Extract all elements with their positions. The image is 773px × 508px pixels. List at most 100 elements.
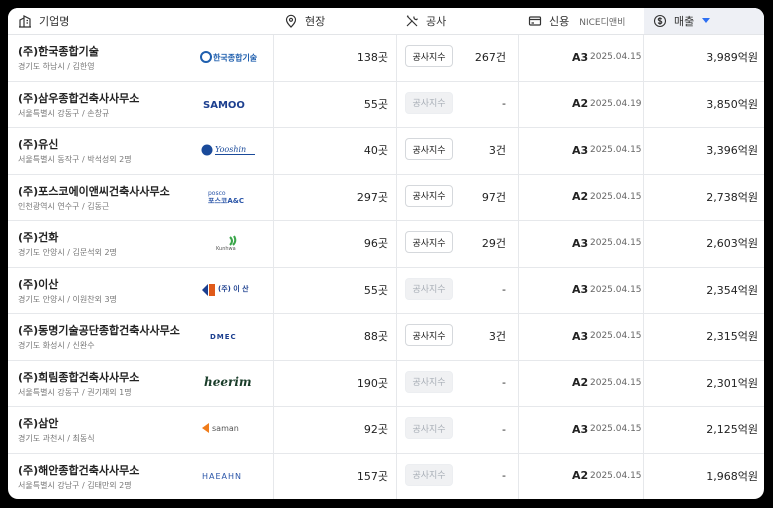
construction-index-button[interactable]: 공사지수	[405, 463, 453, 486]
table-row[interactable]: (주)이산 경기도 안양시 / 이원찬외 3명 (주) 이 산 55곳 공사지수 - A3 2…	[8, 267, 764, 314]
table-row[interactable]: (주)한국종합기술 경기도 하남시 / 김한영 한국종합기술 138곳 공사지수 267건…	[8, 34, 764, 82]
company-name[interactable]: (주)이산	[18, 276, 58, 292]
svg-text:한국종합기술: 한국종합기술	[213, 53, 258, 63]
svg-text:heerim: heerim	[204, 375, 252, 389]
credit-card-icon	[528, 14, 542, 28]
company-name[interactable]: (주)건화	[18, 229, 58, 245]
company-name[interactable]: (주)동명기술공단종합건축사사무소	[18, 322, 180, 338]
tools-icon	[405, 14, 419, 28]
svg-text:Yooshin: Yooshin	[215, 145, 246, 154]
company-name[interactable]: (주)희림종합건축사사무소	[18, 369, 139, 385]
construction-count: 3건	[488, 144, 506, 157]
company-address: 경기도 하남시 / 김한영	[18, 62, 95, 71]
header-credit[interactable]: 신용 NICE디앤비	[528, 8, 640, 34]
company-name[interactable]: (주)포스코에이앤씨건축사사무소	[18, 183, 170, 199]
company-address: 경기도 화성시 / 신완수	[18, 341, 95, 350]
revenue-value: 2,354억원	[706, 283, 758, 297]
sort-desc-icon[interactable]	[702, 18, 711, 24]
credit-grade: A2	[572, 469, 589, 482]
construction-index-button[interactable]: 공사지수	[405, 417, 453, 439]
site-count: 55곳	[363, 97, 388, 111]
company-logo: heerim	[198, 372, 260, 394]
company-logo: Yooshin	[198, 139, 260, 161]
construction-index-button[interactable]: 공사지수	[405, 45, 453, 67]
construction-index-button[interactable]: 공사지수	[405, 91, 453, 114]
credit-date: 2025.04.15	[590, 284, 642, 295]
company-address: 인천광역시 연수구 / 김동근	[18, 201, 110, 211]
construction-index-button[interactable]: 공사지수	[405, 324, 453, 346]
svg-text:DMEC: DMEC	[210, 333, 237, 341]
company-logo: (주) 이 산	[198, 279, 260, 301]
company-address: 서울특별시 강동구 / 손창규	[18, 108, 110, 118]
dollar-icon	[653, 14, 667, 28]
credit-date: 2025.04.15	[590, 191, 642, 202]
credit-date: 2025.04.15	[590, 424, 642, 434]
table-row[interactable]: (주)희림종합건축사사무소 서울특별시 강동구 / 권기재외 1명 heerim 19…	[8, 360, 764, 407]
construction-count: -	[502, 97, 506, 110]
company-logo: posco 포스코A&C	[198, 186, 260, 208]
credit-date: 2025.04.15	[590, 470, 642, 481]
header-revenue[interactable]: 매출	[644, 8, 764, 34]
credit-grade: A3	[572, 283, 589, 296]
header-construction-label: 공사	[426, 15, 447, 28]
company-name[interactable]: (주)한국종합기술	[18, 43, 99, 59]
credit-grade: A2	[572, 376, 589, 389]
construction-index-button[interactable]: 공사지수	[405, 231, 453, 253]
site-count: 55곳	[363, 283, 388, 297]
site-count: 297곳	[356, 190, 388, 204]
svg-text:(주) 이 산: (주) 이 산	[218, 284, 249, 293]
svg-text:Kunhwa: Kunhwa	[216, 246, 236, 252]
revenue-value: 2,603억원	[706, 237, 758, 250]
svg-text:posco: posco	[208, 190, 226, 197]
construction-count: -	[502, 376, 506, 389]
table-row[interactable]: (주)삼우종합건축사사무소서울특별시 강동구 / 손창규 SAMOO 55곳 공사지수…	[8, 81, 764, 128]
company-address: 경기도 과천시 / 최동식	[18, 434, 95, 443]
table-row[interactable]: (주)건화 경기도 안양시 / 김문석외 2명 Kunhwa 96곳 공사지수 29건 A3…	[8, 220, 764, 268]
construction-index-button[interactable]: 공사지수	[405, 138, 453, 160]
company-address: 서울특별시 동작구 / 박석성외 2명	[18, 155, 132, 164]
company-logo: 한국종합기술	[198, 46, 260, 68]
table-header: 기업명 현장 공사 신용 NICE디앤비 매출	[8, 8, 764, 35]
site-count: 88곳	[363, 330, 388, 343]
header-credit-label: 신용	[549, 15, 570, 28]
construction-count: 97건	[481, 190, 506, 204]
company-logo: saman	[198, 418, 260, 440]
construction-index-button[interactable]: 공사지수	[405, 184, 453, 207]
company-logo: SAMOO	[198, 93, 260, 115]
table-row[interactable]: (주)삼안 경기도 과천시 / 최동식 saman 92곳 공사지수 - A3 2025.04…	[8, 406, 764, 454]
company-logo: Kunhwa	[198, 232, 260, 254]
site-count: 157곳	[356, 469, 388, 483]
credit-date: 2025.04.15	[590, 377, 642, 388]
header-site[interactable]: 현장	[284, 8, 394, 34]
header-company[interactable]: 기업명	[18, 8, 268, 34]
table-row[interactable]: (주)해안종합건축사사무소 서울특별시 강남구 / 김태만외 2명 HAEAHN 15…	[8, 453, 764, 500]
construction-index-button[interactable]: 공사지수	[405, 370, 453, 393]
revenue-value: 2,738억원	[706, 190, 758, 204]
site-count: 190곳	[356, 376, 388, 390]
construction-count: -	[502, 283, 506, 296]
svg-text:포스코A&C: 포스코A&C	[208, 197, 244, 205]
header-construction[interactable]: 공사	[405, 8, 515, 34]
revenue-value: 1,968억원	[706, 469, 758, 483]
revenue-value: 2,125억원	[706, 423, 758, 436]
construction-index-button[interactable]: 공사지수	[405, 277, 453, 300]
table-row[interactable]: (주)동명기술공단종합건축사사무소경기도 화성시 / 신완수 DMEC 88곳 공사지…	[8, 313, 764, 361]
company-address: 서울특별시 강남구 / 김태만외 2명	[18, 480, 132, 490]
revenue-value: 2,301억원	[706, 376, 758, 390]
credit-grade: A3	[572, 143, 589, 157]
table-row[interactable]: (주)포스코에이앤씨건축사사무소인천광역시 연수구 / 김동근 posco 포스코A…	[8, 174, 764, 221]
credit-grade: A3	[572, 236, 589, 250]
company-table: 기업명 현장 공사 신용 NICE디앤비 매출 (주)한국종합기술 경기도 하남…	[8, 8, 764, 499]
credit-date: 2025.04.19	[590, 98, 642, 109]
company-name[interactable]: (주)삼우종합건축사사무소	[18, 90, 139, 106]
site-count: 92곳	[363, 423, 388, 436]
company-name[interactable]: (주)해안종합건축사사무소	[18, 462, 139, 478]
construction-count: 3건	[488, 330, 506, 343]
header-company-label: 기업명	[39, 15, 70, 28]
company-name[interactable]: (주)삼안	[18, 415, 58, 431]
company-name[interactable]: (주)유신	[18, 136, 58, 152]
revenue-value: 2,315억원	[706, 330, 758, 343]
svg-text:saman: saman	[212, 424, 239, 433]
table-row[interactable]: (주)유신 서울특별시 동작구 / 박석성외 2명 Yooshin 40곳 공사지수 3건…	[8, 127, 764, 175]
credit-date: 2025.04.15	[590, 238, 642, 248]
